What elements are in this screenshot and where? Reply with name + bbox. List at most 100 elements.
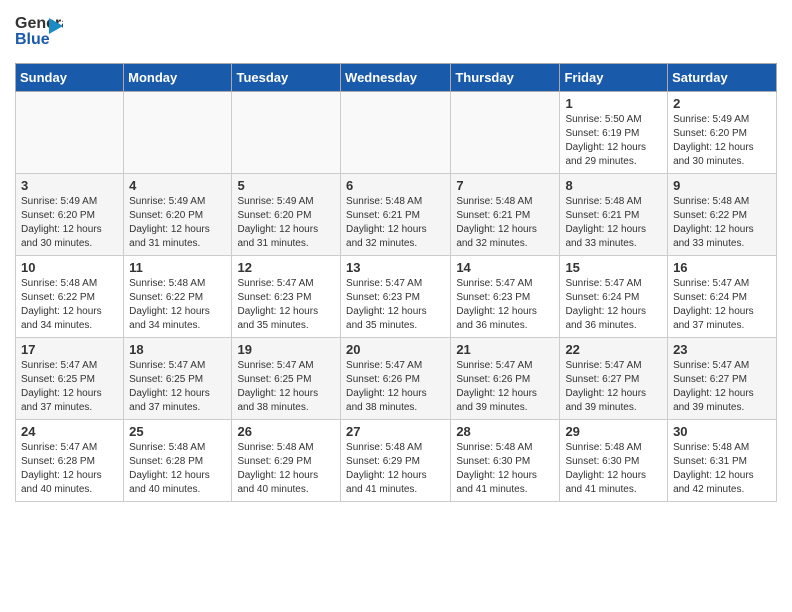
day-info: Sunrise: 5:48 AM Sunset: 6:22 PM Dayligh… <box>673 195 771 251</box>
day-number: 10 <box>21 260 118 275</box>
day-number: 22 <box>565 342 662 357</box>
day-cell <box>232 92 341 174</box>
day-number: 28 <box>456 424 554 439</box>
day-cell <box>341 92 451 174</box>
day-cell <box>124 92 232 174</box>
day-info: Sunrise: 5:47 AM Sunset: 6:27 PM Dayligh… <box>565 359 662 415</box>
col-header-wednesday: Wednesday <box>341 64 451 92</box>
day-info: Sunrise: 5:49 AM Sunset: 6:20 PM Dayligh… <box>237 195 335 251</box>
day-cell: 14 Sunrise: 5:47 AM Sunset: 6:23 PM Dayli… <box>451 256 560 338</box>
day-number: 7 <box>456 178 554 193</box>
day-cell <box>16 92 124 174</box>
day-cell: 28 Sunrise: 5:48 AM Sunset: 6:30 PM Dayli… <box>451 420 560 502</box>
day-cell: 27 Sunrise: 5:48 AM Sunset: 6:29 PM Dayli… <box>341 420 451 502</box>
day-number: 18 <box>129 342 226 357</box>
page: General Blue SundayMondayTuesdayWednesda… <box>0 0 792 512</box>
day-cell: 4 Sunrise: 5:49 AM Sunset: 6:20 PM Daylig… <box>124 174 232 256</box>
day-cell: 11Sunrise: 5:48 AM Sunset: 6:22 PM Dayli… <box>124 256 232 338</box>
day-info: Sunrise: 5:47 AM Sunset: 6:24 PM Dayligh… <box>565 277 662 333</box>
day-info: Sunrise: 5:48 AM Sunset: 6:21 PM Dayligh… <box>346 195 445 251</box>
day-cell: 24 Sunrise: 5:47 AM Sunset: 6:28 PM Dayli… <box>16 420 124 502</box>
day-cell: 19 Sunrise: 5:47 AM Sunset: 6:25 PM Dayli… <box>232 338 341 420</box>
day-info: Sunrise: 5:48 AM Sunset: 6:21 PM Dayligh… <box>565 195 662 251</box>
day-number: 30 <box>673 424 771 439</box>
day-number: 15 <box>565 260 662 275</box>
day-info: Sunrise: 5:47 AM Sunset: 6:25 PM Dayligh… <box>237 359 335 415</box>
col-header-tuesday: Tuesday <box>232 64 341 92</box>
header-row: SundayMondayTuesdayWednesdayThursdayFrid… <box>16 64 777 92</box>
day-info: Sunrise: 5:48 AM Sunset: 6:28 PM Dayligh… <box>129 441 226 497</box>
day-info: Sunrise: 5:47 AM Sunset: 6:23 PM Dayligh… <box>456 277 554 333</box>
day-number: 1 <box>565 96 662 111</box>
day-info: Sunrise: 5:47 AM Sunset: 6:26 PM Dayligh… <box>346 359 445 415</box>
day-cell: 16Sunrise: 5:47 AM Sunset: 6:24 PM Dayli… <box>668 256 777 338</box>
day-info: Sunrise: 5:47 AM Sunset: 6:27 PM Dayligh… <box>673 359 771 415</box>
day-number: 5 <box>237 178 335 193</box>
day-number: 8 <box>565 178 662 193</box>
svg-text:Blue: Blue <box>15 31 50 48</box>
day-number: 4 <box>129 178 226 193</box>
day-cell: 7 Sunrise: 5:48 AM Sunset: 6:21 PM Daylig… <box>451 174 560 256</box>
day-info: Sunrise: 5:50 AM Sunset: 6:19 PM Dayligh… <box>565 113 662 169</box>
day-info: Sunrise: 5:48 AM Sunset: 6:29 PM Dayligh… <box>237 441 335 497</box>
day-info: Sunrise: 5:47 AM Sunset: 6:23 PM Dayligh… <box>346 277 445 333</box>
day-number: 9 <box>673 178 771 193</box>
day-info: Sunrise: 5:48 AM Sunset: 6:31 PM Dayligh… <box>673 441 771 497</box>
day-cell: 10 Sunrise: 5:48 AM Sunset: 6:22 PM Dayli… <box>16 256 124 338</box>
day-info: Sunrise: 5:47 AM Sunset: 6:25 PM Dayligh… <box>129 359 226 415</box>
day-info: Sunrise: 5:48 AM Sunset: 6:21 PM Dayligh… <box>456 195 554 251</box>
day-cell: 18 Sunrise: 5:47 AM Sunset: 6:25 PM Dayli… <box>124 338 232 420</box>
day-info: Sunrise: 5:49 AM Sunset: 6:20 PM Dayligh… <box>673 113 771 169</box>
day-cell: 30 Sunrise: 5:48 AM Sunset: 6:31 PM Dayli… <box>668 420 777 502</box>
day-number: 23 <box>673 342 771 357</box>
day-cell: 6 Sunrise: 5:48 AM Sunset: 6:21 PM Daylig… <box>341 174 451 256</box>
day-cell: 21 Sunrise: 5:47 AM Sunset: 6:26 PM Dayli… <box>451 338 560 420</box>
day-info: Sunrise: 5:48 AM Sunset: 6:30 PM Dayligh… <box>456 441 554 497</box>
calendar: SundayMondayTuesdayWednesdayThursdayFrid… <box>15 63 777 502</box>
day-info: Sunrise: 5:47 AM Sunset: 6:25 PM Dayligh… <box>21 359 118 415</box>
day-cell <box>451 92 560 174</box>
day-cell: 15 Sunrise: 5:47 AM Sunset: 6:24 PM Dayli… <box>560 256 668 338</box>
day-info: Sunrise: 5:48 AM Sunset: 6:29 PM Dayligh… <box>346 441 445 497</box>
week-row-0: 1 Sunrise: 5:50 AM Sunset: 6:19 PM Daylig… <box>16 92 777 174</box>
day-number: 2 <box>673 96 771 111</box>
day-info: Sunrise: 5:47 AM Sunset: 6:23 PM Dayligh… <box>237 277 335 333</box>
day-cell: 25 Sunrise: 5:48 AM Sunset: 6:28 PM Dayli… <box>124 420 232 502</box>
col-header-friday: Friday <box>560 64 668 92</box>
day-cell: 29 Sunrise: 5:48 AM Sunset: 6:30 PM Dayli… <box>560 420 668 502</box>
day-info: Sunrise: 5:47 AM Sunset: 6:28 PM Dayligh… <box>21 441 118 497</box>
day-number: 29 <box>565 424 662 439</box>
col-header-thursday: Thursday <box>451 64 560 92</box>
day-number: 13 <box>346 260 445 275</box>
day-info: Sunrise: 5:48 AM Sunset: 6:30 PM Dayligh… <box>565 441 662 497</box>
day-number: 12 <box>237 260 335 275</box>
logo: General Blue <box>15 10 63 57</box>
day-number: 25 <box>129 424 226 439</box>
day-number: 11 <box>129 260 226 275</box>
day-number: 26 <box>237 424 335 439</box>
day-info: Sunrise: 5:47 AM Sunset: 6:26 PM Dayligh… <box>456 359 554 415</box>
day-cell: 23 Sunrise: 5:47 AM Sunset: 6:27 PM Dayli… <box>668 338 777 420</box>
day-cell: 17Sunrise: 5:47 AM Sunset: 6:25 PM Dayli… <box>16 338 124 420</box>
day-cell: 13 Sunrise: 5:47 AM Sunset: 6:23 PM Dayli… <box>341 256 451 338</box>
week-row-4: 24 Sunrise: 5:47 AM Sunset: 6:28 PM Dayli… <box>16 420 777 502</box>
col-header-saturday: Saturday <box>668 64 777 92</box>
day-number: 6 <box>346 178 445 193</box>
day-number: 20 <box>346 342 445 357</box>
day-cell: 8 Sunrise: 5:48 AM Sunset: 6:21 PM Daylig… <box>560 174 668 256</box>
day-info: Sunrise: 5:47 AM Sunset: 6:24 PM Dayligh… <box>673 277 771 333</box>
day-number: 24 <box>21 424 118 439</box>
day-info: Sunrise: 5:49 AM Sunset: 6:20 PM Dayligh… <box>21 195 118 251</box>
day-number: 19 <box>237 342 335 357</box>
day-cell: 12 Sunrise: 5:47 AM Sunset: 6:23 PM Dayli… <box>232 256 341 338</box>
day-number: 14 <box>456 260 554 275</box>
day-info: Sunrise: 5:48 AM Sunset: 6:22 PM Dayligh… <box>21 277 118 333</box>
logo-icon: General Blue <box>15 10 63 57</box>
day-number: 27 <box>346 424 445 439</box>
day-cell: 3 Sunrise: 5:49 AM Sunset: 6:20 PM Daylig… <box>16 174 124 256</box>
day-number: 3 <box>21 178 118 193</box>
day-cell: 2 Sunrise: 5:49 AM Sunset: 6:20 PM Daylig… <box>668 92 777 174</box>
day-cell: 5 Sunrise: 5:49 AM Sunset: 6:20 PM Daylig… <box>232 174 341 256</box>
day-info: Sunrise: 5:49 AM Sunset: 6:20 PM Dayligh… <box>129 195 226 251</box>
day-number: 21 <box>456 342 554 357</box>
